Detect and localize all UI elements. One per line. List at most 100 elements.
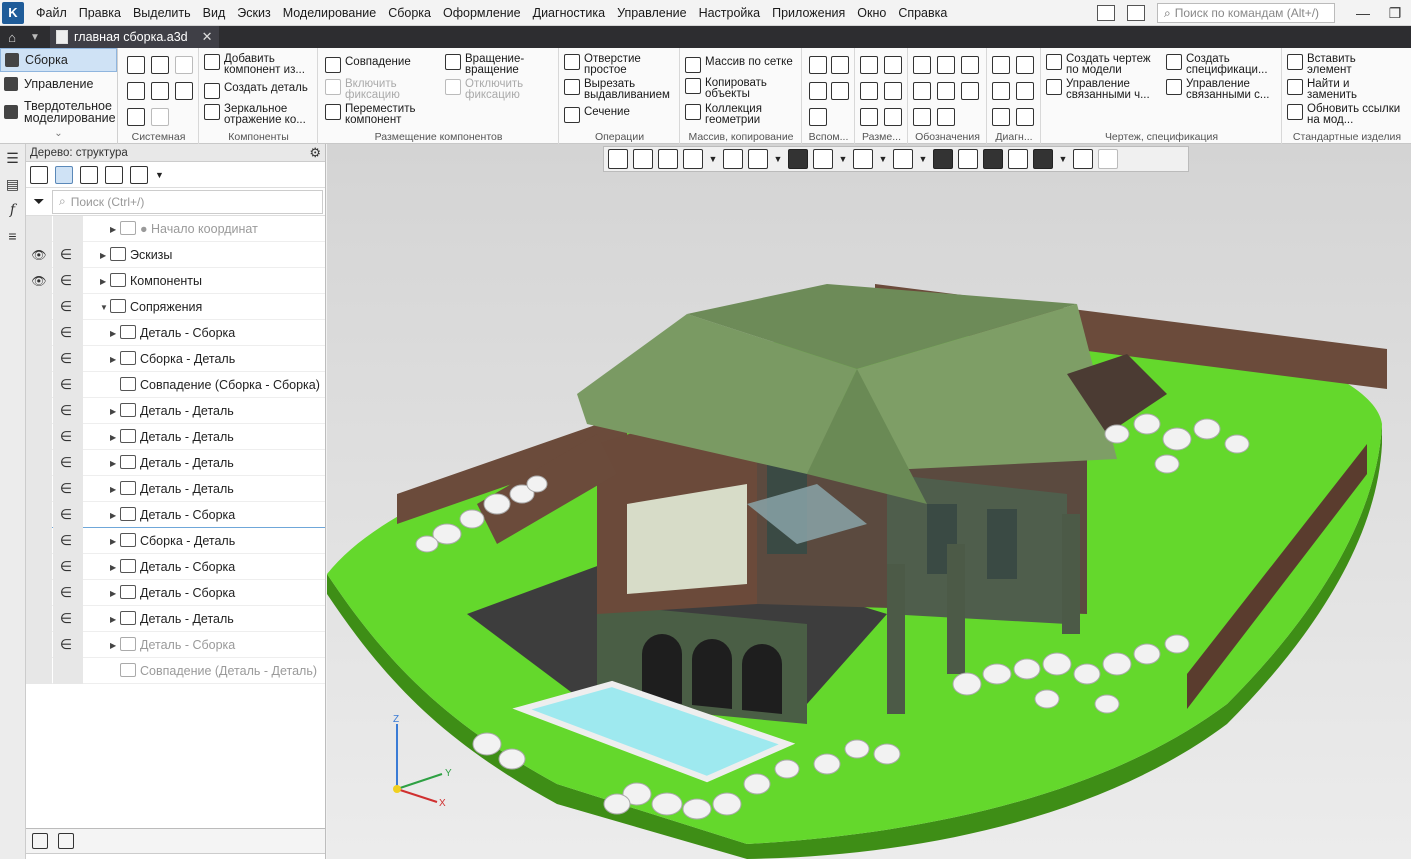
aux-line-icon[interactable] <box>809 108 827 126</box>
dim-auto-icon[interactable] <box>860 108 878 126</box>
tree-row[interactable]: ∈ ▶ Деталь - Сборка <box>26 579 325 606</box>
save-all-icon[interactable] <box>175 82 193 100</box>
wireframe-mode-icon[interactable] <box>813 149 833 169</box>
expand-arrow-icon[interactable]: ▶ <box>100 277 106 286</box>
mark-tolerance-icon[interactable] <box>913 82 931 100</box>
expand-arrow-icon[interactable]: ▶ <box>110 459 116 468</box>
tree-panel-icon[interactable]: ☰ <box>5 150 21 166</box>
visibility-cell[interactable] <box>26 215 52 242</box>
visibility-dropdown-icon[interactable]: ▼ <box>918 149 928 169</box>
visibility-cell[interactable] <box>26 657 52 684</box>
relation-icon[interactable]: ∈ <box>53 319 79 346</box>
undo-icon[interactable] <box>127 108 145 126</box>
aux-plane-icon[interactable] <box>831 56 849 74</box>
tree-row[interactable]: ∈ ▶ Деталь - Деталь <box>26 475 325 502</box>
dim-radius-icon[interactable] <box>860 82 878 100</box>
relation-icon[interactable]: ∈ <box>53 631 79 658</box>
tree-row[interactable]: ▶ ● Начало координат <box>26 215 325 242</box>
diag-check-icon[interactable] <box>992 108 1010 126</box>
open-file-icon[interactable] <box>151 56 169 74</box>
aux-point-icon[interactable] <box>809 82 827 100</box>
dim-angle-icon[interactable] <box>884 82 902 100</box>
menu-diagnostics[interactable]: Диагностика <box>527 0 611 26</box>
menu-design[interactable]: Оформление <box>437 0 527 26</box>
house-model-scene[interactable]: Z Y X <box>327 144 1411 859</box>
tree-filter-list-icon[interactable] <box>130 165 148 184</box>
visibility-cell[interactable] <box>26 319 52 346</box>
command-search-input[interactable]: ⌕ Поиск по командам (Alt+/) <box>1157 3 1335 23</box>
expand-arrow-icon[interactable]: ▶ <box>110 225 116 234</box>
visibility-eye-icon[interactable]: 👁 <box>26 267 52 294</box>
expand-arrow-icon[interactable]: ▶ <box>110 589 116 598</box>
menu-control[interactable]: Управление <box>611 0 693 26</box>
expand-arrow-icon[interactable]: ▶ <box>110 485 116 494</box>
geom-collection-button[interactable]: Коллекция геометрии <box>685 103 775 126</box>
grid-array-button[interactable]: Массив по сетке <box>685 56 793 73</box>
relation-icon[interactable]: ∈ <box>53 397 79 424</box>
view-normal-icon[interactable] <box>723 149 743 169</box>
restore-icon[interactable]: ❐ <box>1379 5 1411 22</box>
mode-solid[interactable]: Твердотельное моделирование <box>0 96 117 128</box>
view-zoom-icon[interactable] <box>683 149 703 169</box>
relation-icon[interactable]: ∈ <box>53 267 79 294</box>
tree-row[interactable]: ∈ ▼ Сопряжения <box>26 293 325 320</box>
tree-row[interactable]: ∈ ▶ Деталь - Деталь <box>26 605 325 632</box>
relation-icon[interactable]: ∈ <box>53 241 79 268</box>
pencil-icon[interactable] <box>1098 149 1118 169</box>
menu-view[interactable]: Вид <box>197 0 232 26</box>
dim-diameter-icon[interactable] <box>884 56 902 74</box>
expand-arrow-icon[interactable]: ▶ <box>110 615 116 624</box>
relation-icon[interactable]: ∈ <box>53 293 79 320</box>
menu-window[interactable]: Окно <box>851 0 892 26</box>
copy-objects-button[interactable]: Копировать объекты <box>685 77 775 100</box>
collapse-arrow-icon[interactable]: ▼ <box>100 303 108 312</box>
home-icon[interactable]: ⌂ <box>0 26 24 48</box>
tree-row[interactable]: ∈ ▶ Деталь - Деталь <box>26 423 325 450</box>
insert-element-button[interactable]: Вставить элемент <box>1287 53 1387 76</box>
disable-fix-button[interactable]: Отключить фиксацию <box>445 78 535 101</box>
tree-search-input[interactable]: ⌕ Поиск (Ctrl+/) <box>52 189 323 214</box>
expand-arrow-icon[interactable]: ▶ <box>110 433 116 442</box>
expand-arrow-icon[interactable]: ▶ <box>110 537 116 546</box>
visibility-cell[interactable] <box>26 449 52 476</box>
visibility-cell[interactable] <box>26 553 52 580</box>
preview-icon[interactable] <box>151 82 169 100</box>
tree-tab-list-icon[interactable] <box>58 833 74 849</box>
relation-icon[interactable]: ∈ <box>53 501 79 528</box>
redo-icon[interactable] <box>151 108 169 126</box>
view-tree-toggle-icon[interactable] <box>608 149 628 169</box>
tree-tab-structure-icon[interactable] <box>32 833 48 849</box>
enable-fix-button[interactable]: Включить фиксацию <box>325 78 415 101</box>
menu-sketch[interactable]: Эскиз <box>231 0 276 26</box>
mirror-button[interactable]: Зеркальное отражение ко... <box>204 103 314 126</box>
mode-control[interactable]: Управление <box>0 72 117 96</box>
mark-position-icon[interactable] <box>961 82 979 100</box>
coincidence-button[interactable]: Совпадение <box>325 56 411 73</box>
model-viewport[interactable]: Z Y X ▼ ▼ ▼ ▼ ▼ ▼ <box>327 144 1411 859</box>
properties-panel-icon[interactable]: ▤ <box>5 176 21 192</box>
hide-icon[interactable] <box>853 149 873 169</box>
expand-arrow-icon[interactable]: ▶ <box>110 355 116 364</box>
filter-icon[interactable]: ⏷ <box>26 193 52 210</box>
section-view-icon[interactable] <box>933 149 953 169</box>
close-tab-icon[interactable]: ✕ <box>202 29 213 45</box>
mark-weld-icon[interactable] <box>937 82 955 100</box>
menu-edit[interactable]: Правка <box>73 0 127 26</box>
menu-settings[interactable]: Настройка <box>693 0 767 26</box>
visibility-eye-icon[interactable]: 👁 <box>26 241 52 268</box>
add-component-button[interactable]: Добавить компонент из... <box>204 53 314 76</box>
visibility-cell[interactable] <box>26 605 52 632</box>
tree-row[interactable]: ∈ ▶ Деталь - Сборка <box>26 501 325 528</box>
mark-table-icon[interactable] <box>937 108 955 126</box>
menu-apps[interactable]: Приложения <box>766 0 851 26</box>
menu-select[interactable]: Выделить <box>127 0 197 26</box>
tree-structure-icon[interactable] <box>30 165 48 184</box>
tree-row[interactable]: 👁 ∈ ▶ Компоненты <box>26 267 325 294</box>
menu-file[interactable]: Файл <box>30 0 73 26</box>
render-dropdown-icon[interactable]: ▼ <box>838 149 848 169</box>
variables-fx-icon[interactable]: f <box>5 202 21 218</box>
expand-arrow-icon[interactable]: ▶ <box>110 511 116 520</box>
tree-components-icon[interactable] <box>80 165 98 184</box>
visibility-cell[interactable] <box>26 293 52 320</box>
visibility-cell[interactable] <box>26 631 52 658</box>
